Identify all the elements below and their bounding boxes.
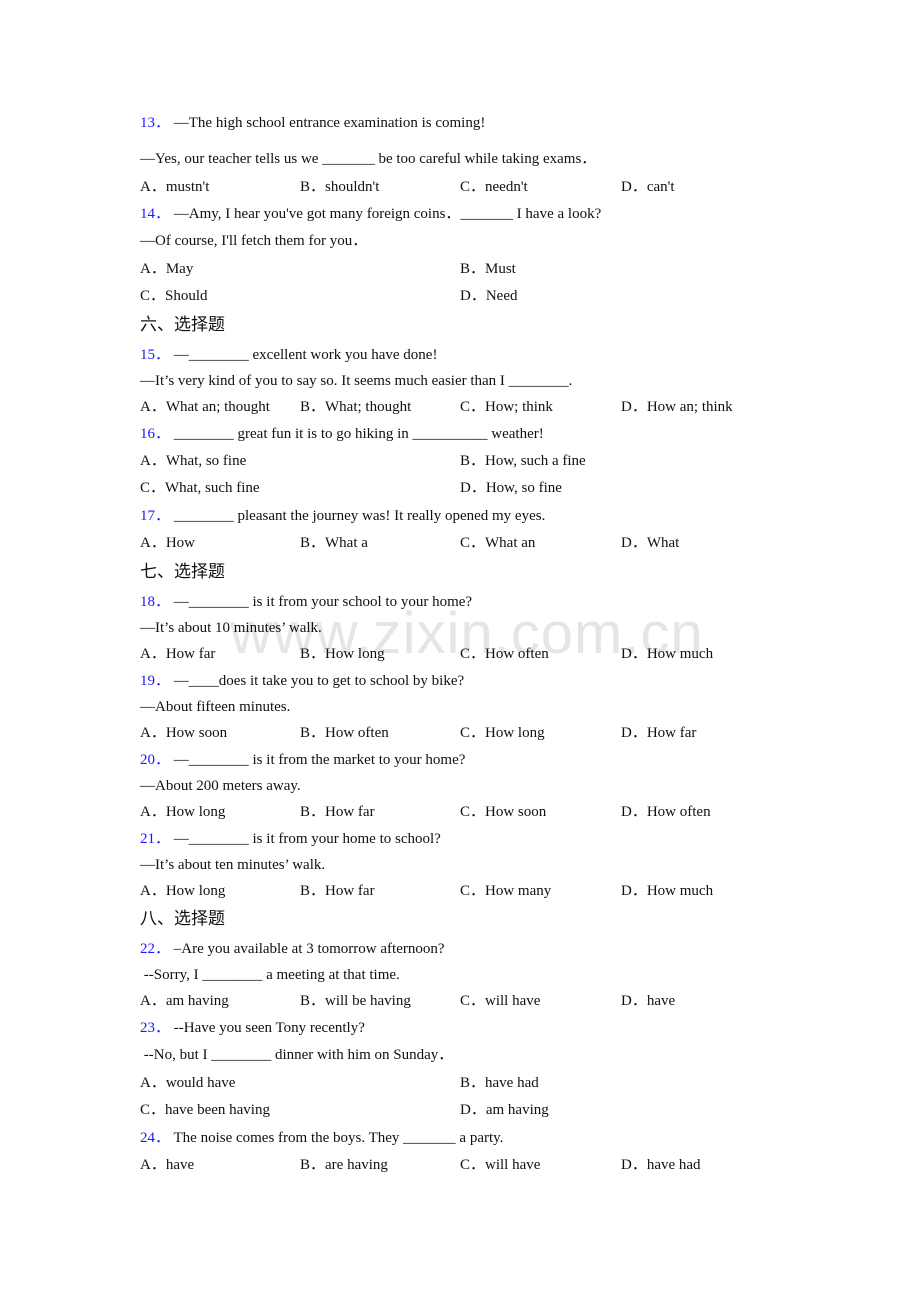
question-text: —About fifteen minutes. xyxy=(140,699,291,715)
question-21: 21． —________ is it from your home to sc… xyxy=(140,830,441,848)
option-a[interactable]: A．How soon xyxy=(140,724,227,742)
option-b[interactable]: B．are having xyxy=(300,1156,388,1174)
option-b[interactable]: B．How far xyxy=(300,803,375,821)
option-b[interactable]: B．will be having xyxy=(300,992,411,1010)
option-a[interactable]: A．How long xyxy=(140,803,225,821)
question-text: —About 200 meters away. xyxy=(140,778,301,794)
question-number: 22． xyxy=(140,941,171,957)
question-text: --Have you seen Tony recently? xyxy=(173,1020,365,1036)
question-text: —It’s about 10 minutes’ walk. xyxy=(140,620,322,636)
question-text: —The high school entrance examination is… xyxy=(173,115,486,131)
question-number: 23． xyxy=(140,1020,171,1036)
question-text: —____does it take you to get to school b… xyxy=(173,673,465,689)
option-b[interactable]: B．What a xyxy=(300,534,368,552)
option-b[interactable]: B．Must xyxy=(460,260,516,278)
question-23: 23． --Have you seen Tony recently? xyxy=(140,1019,365,1037)
question-number: 16． xyxy=(140,426,171,442)
question-number: 18． xyxy=(140,594,171,610)
option-d[interactable]: D．What xyxy=(621,534,679,552)
option-c[interactable]: C．have been having xyxy=(140,1101,270,1119)
question-number: 21． xyxy=(140,831,171,847)
option-a[interactable]: A．mustn't xyxy=(140,178,209,196)
option-d[interactable]: D．have had xyxy=(621,1156,701,1174)
question-text: —It’s about ten minutes’ walk. xyxy=(140,857,326,873)
option-b[interactable]: B．How often xyxy=(300,724,389,742)
option-c[interactable]: C．How often xyxy=(460,645,549,663)
question-text: ________ pleasant the journey was! It re… xyxy=(173,508,546,524)
question-text: —Yes, our teacher tells us we _______ be… xyxy=(140,151,597,167)
question-19: 19． —____does it take you to get to scho… xyxy=(140,672,464,690)
question-18: 18． —________ is it from your school to … xyxy=(140,593,472,611)
option-b[interactable]: B．have had xyxy=(460,1074,539,1092)
option-a[interactable]: A．May xyxy=(140,260,193,278)
question-text: –Are you available at 3 tomorrow afterno… xyxy=(173,941,445,957)
question-number: 14． xyxy=(140,206,171,222)
question-number: 13． xyxy=(140,115,171,131)
question-text: The noise comes from the boys. They ____… xyxy=(173,1130,504,1146)
question-text: —Of course, I'll fetch them for you． xyxy=(140,233,368,249)
question-number: 17． xyxy=(140,508,171,524)
question-text: ________ great fun it is to go hiking in… xyxy=(173,426,544,442)
option-c[interactable]: C．How soon xyxy=(460,803,546,821)
option-c[interactable]: C．will have xyxy=(460,1156,540,1174)
question-24: 24． The noise comes from the boys. They … xyxy=(140,1129,503,1147)
question-text: —________ is it from the market to your … xyxy=(173,752,466,768)
option-a[interactable]: A．How xyxy=(140,534,195,552)
option-d[interactable]: D．have xyxy=(621,992,675,1010)
option-b[interactable]: B．How long xyxy=(300,645,385,663)
option-a[interactable]: A．would have xyxy=(140,1074,235,1092)
option-b[interactable]: B．How far xyxy=(300,882,375,900)
option-d[interactable]: D．can't xyxy=(621,178,675,196)
question-15: 15． —________ excellent work you have do… xyxy=(140,346,437,364)
option-c[interactable]: C．What, such fine xyxy=(140,479,260,497)
question-text: --Sorry, I ________ a meeting at that ti… xyxy=(140,967,400,983)
option-d[interactable]: D．How much xyxy=(621,645,713,663)
option-b[interactable]: B．shouldn't xyxy=(300,178,379,196)
section-heading-six: 六、选择题 xyxy=(140,315,225,335)
option-d[interactable]: D．am having xyxy=(460,1101,549,1119)
question-text: —________ excellent work you have done! xyxy=(173,347,438,363)
option-d[interactable]: D．Need xyxy=(460,287,517,305)
question-text: —________ is it from your school to your… xyxy=(173,594,473,610)
option-a[interactable]: A．have xyxy=(140,1156,194,1174)
question-22: 22． –Are you available at 3 tomorrow aft… xyxy=(140,940,445,958)
question-number: 24． xyxy=(140,1130,171,1146)
option-a[interactable]: A．How far xyxy=(140,645,215,663)
section-heading-seven: 七、选择题 xyxy=(140,562,225,582)
option-c[interactable]: C．needn't xyxy=(460,178,528,196)
option-c[interactable]: C．How long xyxy=(460,724,545,742)
option-c[interactable]: C．Should xyxy=(140,287,208,305)
option-d[interactable]: D．How an; think xyxy=(621,398,733,416)
question-text: —It’s very kind of you to say so. It see… xyxy=(140,373,573,389)
question-13: 13． —The high school entrance examinatio… xyxy=(140,114,485,132)
question-number: 15． xyxy=(140,347,171,363)
option-c[interactable]: C．What an xyxy=(460,534,535,552)
question-number: 20． xyxy=(140,752,171,768)
section-heading-eight: 八、选择题 xyxy=(140,909,225,929)
option-a[interactable]: A．How long xyxy=(140,882,225,900)
option-c[interactable]: C．will have xyxy=(460,992,540,1010)
option-a[interactable]: A．What, so fine xyxy=(140,452,246,470)
question-20: 20． —________ is it from the market to y… xyxy=(140,751,465,769)
option-b[interactable]: B．What; thought xyxy=(300,398,411,416)
option-c[interactable]: C．How many xyxy=(460,882,551,900)
question-14: 14． —Amy, I hear you've got many foreign… xyxy=(140,205,601,223)
option-c[interactable]: C．How; think xyxy=(460,398,553,416)
question-text: —Amy, I hear you've got many foreign coi… xyxy=(173,206,602,222)
option-b[interactable]: B．How, such a fine xyxy=(460,452,586,470)
option-d[interactable]: D．How often xyxy=(621,803,711,821)
option-a[interactable]: A．What an; thought xyxy=(140,398,270,416)
option-d[interactable]: D．How far xyxy=(621,724,696,742)
question-16: 16． ________ great fun it is to go hikin… xyxy=(140,425,544,443)
option-a[interactable]: A．am having xyxy=(140,992,229,1010)
question-number: 19． xyxy=(140,673,171,689)
option-d[interactable]: D．How, so fine xyxy=(460,479,562,497)
question-17: 17． ________ pleasant the journey was! I… xyxy=(140,507,545,525)
option-d[interactable]: D．How much xyxy=(621,882,713,900)
question-text: —________ is it from your home to school… xyxy=(173,831,441,847)
question-text: --No, but I ________ dinner with him on … xyxy=(140,1047,454,1063)
